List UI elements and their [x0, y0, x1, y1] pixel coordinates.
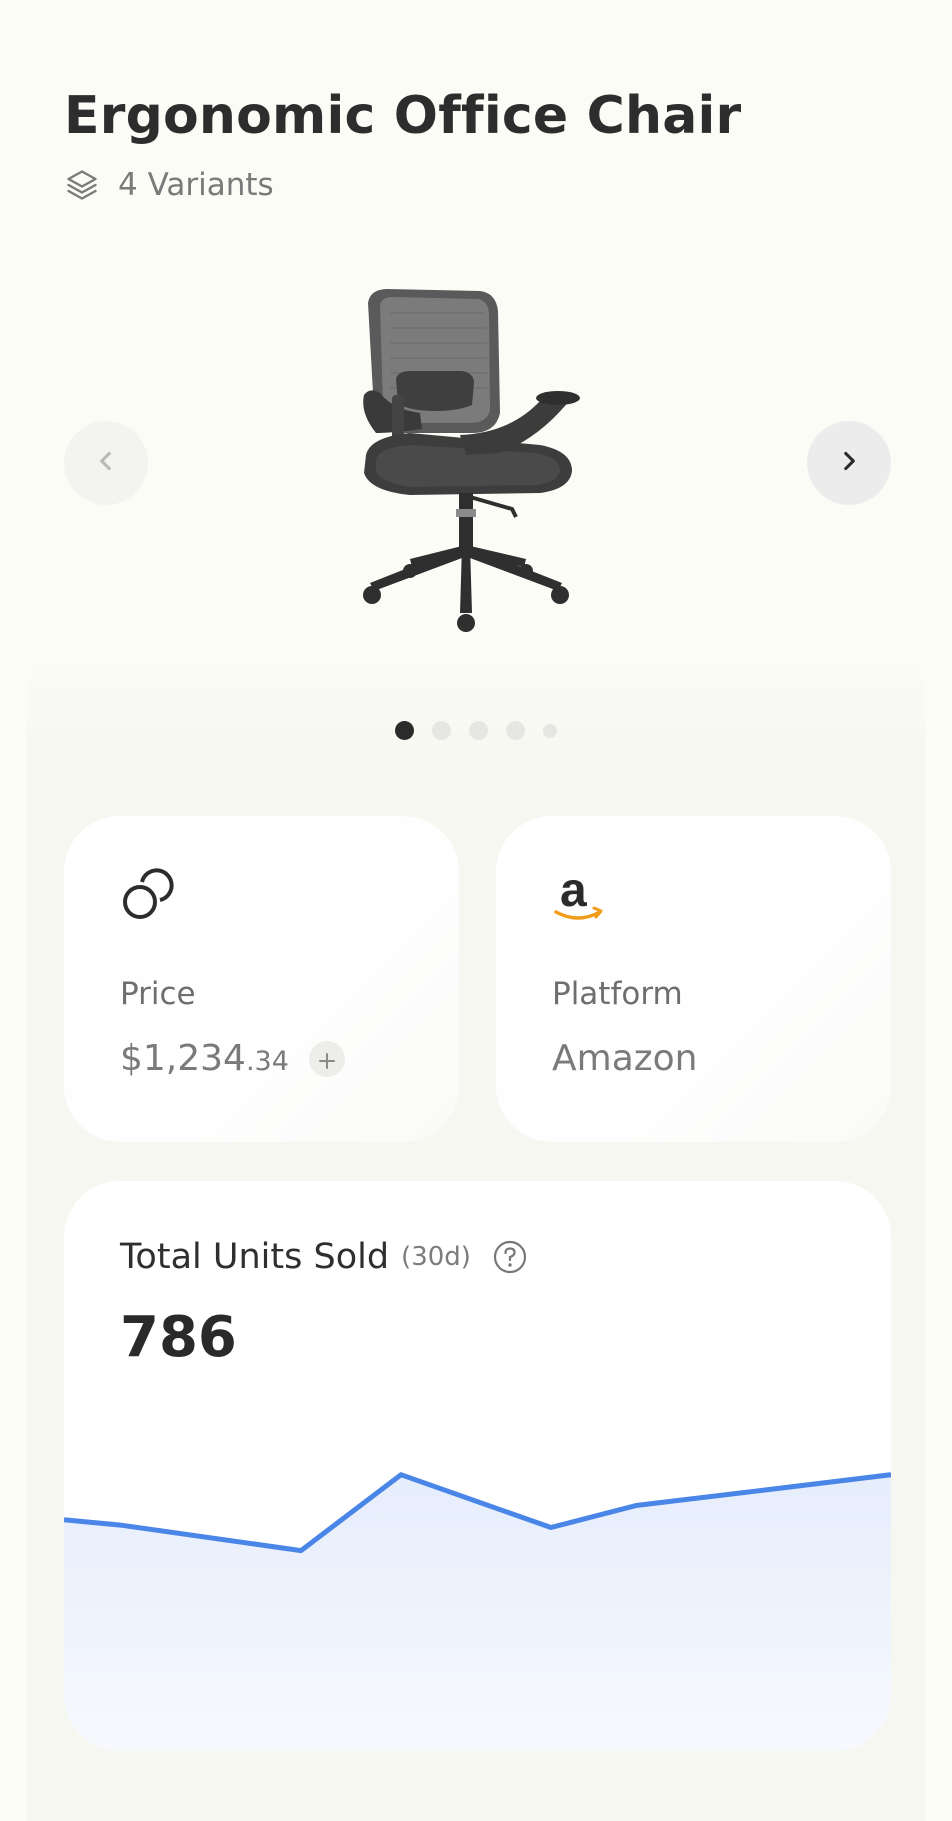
price-card: Price $1,234 .34	[64, 816, 459, 1142]
platform-card: a Platform Amazon	[496, 816, 891, 1142]
chevron-right-icon	[836, 448, 862, 478]
product-image	[340, 283, 610, 643]
variants-count: 4 Variants	[118, 167, 274, 203]
units-sold-card: Total Units Sold (30d) 786	[64, 1181, 891, 1751]
svg-text:a: a	[560, 868, 587, 917]
add-price-button[interactable]	[308, 1038, 345, 1079]
units-sold-header: Total Units Sold (30d)	[120, 1237, 527, 1277]
product-title: Ergonomic Office Chair	[64, 86, 742, 146]
carousel-dot[interactable]	[469, 721, 488, 740]
price-amount: $1,234	[120, 1038, 246, 1079]
chevron-left-icon	[93, 448, 119, 478]
variants-label: 4 Variants	[64, 165, 274, 205]
price-label: Price	[120, 976, 196, 1012]
units-sold-value: 786	[120, 1305, 237, 1370]
price-cents: .34	[245, 1046, 289, 1077]
amazon-logo-icon: a	[552, 864, 608, 930]
units-sold-title: Total Units Sold	[120, 1237, 390, 1277]
coins-icon	[120, 868, 174, 926]
carousel-next-button[interactable]	[807, 421, 891, 505]
plus-icon	[318, 1038, 336, 1079]
help-circle-icon[interactable]	[493, 1240, 527, 1274]
carousel-dot[interactable]	[506, 721, 525, 740]
platform-label: Platform	[552, 976, 683, 1012]
platform-name: Amazon	[552, 1038, 698, 1079]
units-sold-period: (30d)	[401, 1242, 471, 1272]
chart-area-fill	[64, 1474, 891, 1751]
units-sold-chart	[64, 1472, 891, 1751]
price-value: $1,234 .34	[120, 1038, 345, 1079]
carousel-prev-button[interactable]	[64, 421, 148, 505]
platform-value: Amazon	[552, 1038, 698, 1079]
carousel-dot[interactable]	[432, 721, 451, 740]
carousel-dot[interactable]	[543, 723, 557, 738]
carousel-pagination	[395, 721, 557, 740]
layers-icon	[64, 167, 100, 203]
carousel-dot-active[interactable]	[395, 721, 414, 740]
